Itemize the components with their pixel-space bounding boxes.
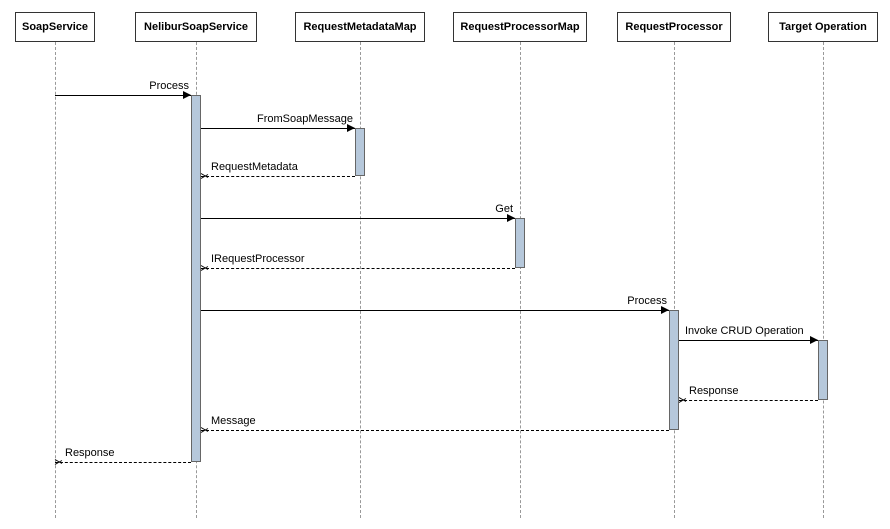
msg-label: Get <box>495 203 513 215</box>
msg-label: Response <box>65 447 115 459</box>
participant-soap-service: SoapService <box>15 12 95 42</box>
arrow-right-icon <box>661 306 669 314</box>
msg-process-2: Process <box>201 310 669 311</box>
msg-label: Invoke CRUD Operation <box>685 325 804 337</box>
arrow-right-icon <box>810 336 818 344</box>
participant-reqproc: RequestProcessor <box>617 12 731 42</box>
participant-reqmeta: RequestMetadataMap <box>295 12 425 42</box>
sequence-diagram: SoapService NeliburSoapService RequestMe… <box>0 0 890 529</box>
arrow-right-icon <box>183 91 191 99</box>
activation-nelibur <box>191 95 201 462</box>
lifeline-reqmeta <box>360 42 361 518</box>
lifeline-reqproc <box>674 42 675 518</box>
activation-reqproc <box>669 310 679 430</box>
msg-message: Message <box>201 430 669 431</box>
msg-from-soap-message: FromSoapMessage <box>201 128 355 129</box>
participant-label: NeliburSoapService <box>144 21 248 33</box>
lifeline-reqprocmap <box>520 42 521 518</box>
msg-irequest-processor: IRequestProcessor <box>201 268 515 269</box>
msg-label: RequestMetadata <box>211 161 298 173</box>
arrow-left-icon <box>201 172 209 180</box>
msg-process-1: Process <box>55 95 191 96</box>
arrow-right-icon <box>347 124 355 132</box>
msg-response-2: Response <box>55 462 191 463</box>
arrow-left-icon <box>201 426 209 434</box>
lifeline-target <box>823 42 824 518</box>
activation-reqprocmap <box>515 218 525 268</box>
activation-target <box>818 340 828 400</box>
participant-label: RequestProcessorMap <box>460 21 579 33</box>
msg-get: Get <box>201 218 515 219</box>
participant-label: Target Operation <box>779 21 867 33</box>
msg-label: IRequestProcessor <box>211 253 305 265</box>
lifeline-soap-service <box>55 42 56 518</box>
msg-label: Process <box>149 80 189 92</box>
msg-invoke-crud: Invoke CRUD Operation <box>679 340 818 341</box>
participant-label: SoapService <box>22 21 88 33</box>
activation-reqmeta <box>355 128 365 176</box>
msg-response-1: Response <box>679 400 818 401</box>
msg-label: Process <box>627 295 667 307</box>
msg-label: Message <box>211 415 256 427</box>
participant-label: RequestProcessor <box>625 21 722 33</box>
arrow-left-icon <box>679 396 687 404</box>
msg-request-metadata: RequestMetadata <box>201 176 355 177</box>
arrow-left-icon <box>201 264 209 272</box>
participant-target: Target Operation <box>768 12 878 42</box>
arrow-left-icon <box>55 458 63 466</box>
participant-reqprocmap: RequestProcessorMap <box>453 12 587 42</box>
msg-label: Response <box>689 385 739 397</box>
arrow-right-icon <box>507 214 515 222</box>
msg-label: FromSoapMessage <box>257 113 353 125</box>
participant-nelibur: NeliburSoapService <box>135 12 257 42</box>
participant-label: RequestMetadataMap <box>303 21 416 33</box>
